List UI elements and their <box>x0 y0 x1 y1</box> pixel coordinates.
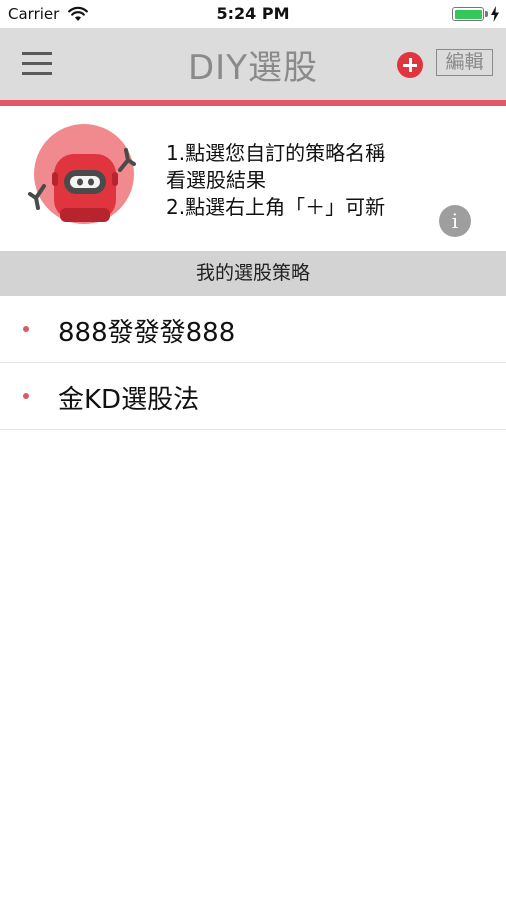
intro-line: 看選股結果 <box>166 168 266 192</box>
bullet-icon <box>23 393 29 399</box>
section-header: 我的選股策略 <box>0 251 506 296</box>
charging-bolt-icon <box>491 6 499 22</box>
bullet-icon <box>23 326 29 332</box>
list-item[interactable]: 金KD選股法 <box>0 363 506 430</box>
intro-instructions: 1.點選您自訂的策略名稱 看選股結果 2.點選右上角「＋」可新 <box>166 140 385 221</box>
list-item[interactable]: 888發發發888 <box>0 296 506 363</box>
battery-fill <box>454 9 482 19</box>
page-title: DIY選股 <box>188 48 318 88</box>
battery-icon <box>452 7 484 21</box>
strategy-name: 888發發發888 <box>58 318 236 348</box>
battery-tip <box>485 11 488 17</box>
intro-line: 1.點選您自訂的策略名稱 <box>166 141 386 165</box>
info-icon[interactable]: i <box>439 205 471 237</box>
robot-mascot-icon <box>28 124 136 224</box>
add-icon[interactable] <box>397 52 423 78</box>
status-time: 5:24 PM <box>216 4 290 23</box>
strategy-name: 金KD選股法 <box>58 385 200 415</box>
edit-button[interactable]: 編輯 <box>436 49 493 76</box>
status-bar: Carrier 5:24 PM <box>0 0 506 28</box>
intro-line: 2.點選右上角「＋」可新 <box>166 195 386 219</box>
